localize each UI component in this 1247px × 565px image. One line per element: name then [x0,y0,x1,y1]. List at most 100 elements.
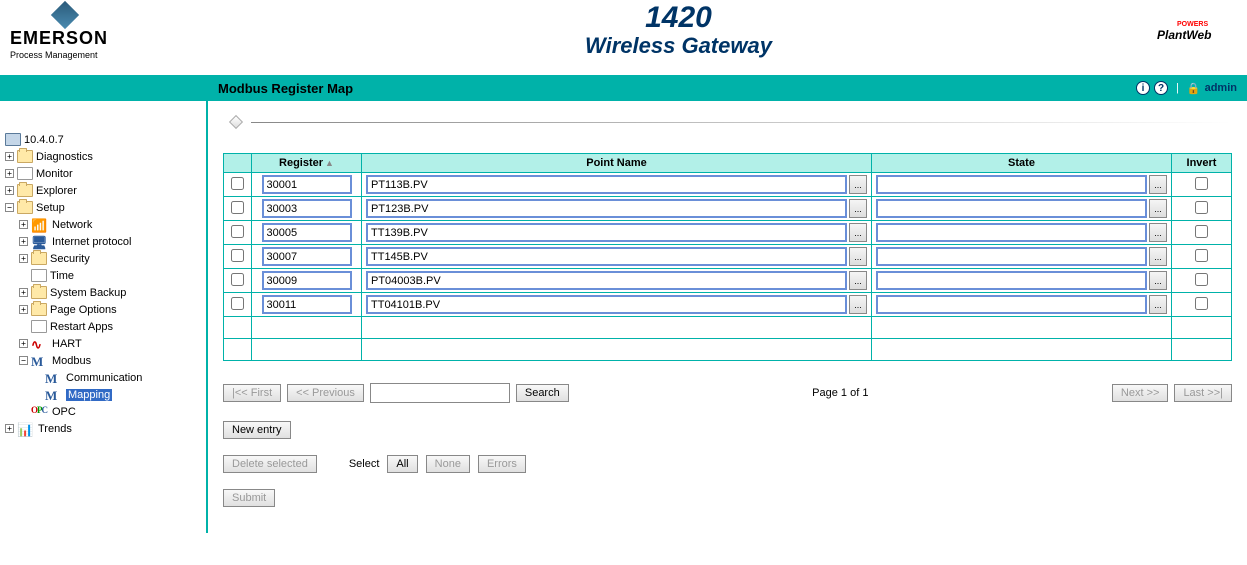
tree-modbus[interactable]: −MModbus [5,352,201,369]
browse-state-button[interactable]: ... [1149,175,1167,194]
tree-mapping[interactable]: MMapping [5,386,201,403]
state-input[interactable] [876,223,1147,242]
select-all-button[interactable]: All [387,455,417,473]
header-register[interactable]: Register▲ [252,154,362,173]
nav-tree: 10.4.0.7 +Diagnostics +Monitor +Explorer… [0,101,206,447]
table-row: ...... [224,245,1232,269]
header-state[interactable]: State [872,154,1172,173]
header-point-name[interactable]: Point Name [362,154,872,173]
title-product: Wireless Gateway [200,33,1157,59]
last-page-button[interactable]: Last >>| [1174,384,1232,402]
tree-restart-apps[interactable]: Restart Apps [5,318,201,335]
search-button[interactable]: Search [516,384,569,402]
info-icon[interactable]: i [1136,81,1150,95]
content-titlebar: Modbus Register Map i ? | 🔒 admin [208,75,1247,101]
browse-point-button[interactable]: ... [849,271,867,290]
table-row-empty [224,339,1232,361]
browse-state-button[interactable]: ... [1149,247,1167,266]
point-name-input[interactable] [366,223,847,242]
tree-security[interactable]: +Security [5,250,201,267]
state-input[interactable] [876,199,1147,218]
invert-checkbox[interactable] [1195,225,1208,238]
row-select-checkbox[interactable] [231,297,244,310]
tree-trends[interactable]: +📊Trends [5,420,201,437]
title-model: 1420 [200,3,1157,33]
point-name-input[interactable] [366,175,847,194]
invert-checkbox[interactable] [1195,201,1208,214]
state-input[interactable] [876,247,1147,266]
browse-point-button[interactable]: ... [849,223,867,242]
tree-root[interactable]: 10.4.0.7 [5,131,201,148]
browse-point-button[interactable]: ... [849,295,867,314]
next-page-button[interactable]: Next >> [1112,384,1169,402]
tree-explorer[interactable]: +Explorer [5,182,201,199]
tree-hart[interactable]: +∿HART [5,335,201,352]
row-select-checkbox[interactable] [231,177,244,190]
search-input[interactable] [370,383,510,403]
invert-checkbox[interactable] [1195,297,1208,310]
tree-monitor[interactable]: +Monitor [5,165,201,182]
invert-checkbox[interactable] [1195,249,1208,262]
tree-setup[interactable]: −Setup [5,199,201,216]
table-row-empty [224,317,1232,339]
delete-selected-button[interactable]: Delete selected [223,455,317,473]
pager: |<< First << Previous Search Page 1 of 1… [223,383,1232,403]
register-input[interactable] [262,271,352,290]
register-input[interactable] [262,199,352,218]
point-name-input[interactable] [366,247,847,266]
point-name-input[interactable] [366,271,847,290]
table-row: ...... [224,269,1232,293]
row-select-checkbox[interactable] [231,273,244,286]
select-label: Select [349,458,380,470]
emerson-subtitle: Process Management [10,50,200,60]
select-none-button[interactable]: None [426,455,470,473]
row-select-checkbox[interactable] [231,201,244,214]
tree-page-options[interactable]: +Page Options [5,301,201,318]
tree-communication[interactable]: MCommunication [5,369,201,386]
page-info: Page 1 of 1 [575,387,1106,399]
page-header: EMERSON Process Management 1420 Wireless… [0,0,1247,75]
tree-internet-protocol[interactable]: +🖥Internet protocol [5,233,201,250]
table-row: ...... [224,197,1232,221]
browse-state-button[interactable]: ... [1149,199,1167,218]
tree-system-backup[interactable]: +System Backup [5,284,201,301]
register-input[interactable] [262,175,352,194]
register-input[interactable] [262,247,352,266]
browse-state-button[interactable]: ... [1149,223,1167,242]
register-input[interactable] [262,223,352,242]
tree-opc[interactable]: OPCOPC [5,403,201,420]
help-icon[interactable]: ? [1154,81,1168,95]
nav-sidebar: 10.4.0.7 +Diagnostics +Monitor +Explorer… [0,75,208,533]
table-row: ...... [224,221,1232,245]
point-name-input[interactable] [366,295,847,314]
header-invert[interactable]: Invert [1172,154,1232,173]
new-entry-button[interactable]: New entry [223,421,291,439]
row-select-checkbox[interactable] [231,225,244,238]
prev-page-button[interactable]: << Previous [287,384,364,402]
select-errors-button[interactable]: Errors [478,455,526,473]
browse-point-button[interactable]: ... [849,199,867,218]
state-input[interactable] [876,175,1147,194]
emerson-icon [51,1,79,29]
browse-state-button[interactable]: ... [1149,271,1167,290]
browse-point-button[interactable]: ... [849,247,867,266]
state-input[interactable] [876,295,1147,314]
invert-checkbox[interactable] [1195,273,1208,286]
row-select-checkbox[interactable] [231,249,244,262]
tree-diagnostics[interactable]: +Diagnostics [5,148,201,165]
current-user: admin [1205,82,1237,94]
invert-checkbox[interactable] [1195,177,1208,190]
browse-state-button[interactable]: ... [1149,295,1167,314]
tree-time[interactable]: Time [5,267,201,284]
plantweb-logo: POWERS PlantWeb [1157,3,1237,42]
lock-icon: 🔒 [1187,82,1201,95]
browse-point-button[interactable]: ... [849,175,867,194]
sort-asc-icon: ▲ [325,158,334,168]
first-page-button[interactable]: |<< First [223,384,281,402]
submit-button[interactable]: Submit [223,489,275,507]
point-name-input[interactable] [366,199,847,218]
register-input[interactable] [262,295,352,314]
diamond-icon [229,115,243,129]
state-input[interactable] [876,271,1147,290]
tree-network[interactable]: +📶Network [5,216,201,233]
